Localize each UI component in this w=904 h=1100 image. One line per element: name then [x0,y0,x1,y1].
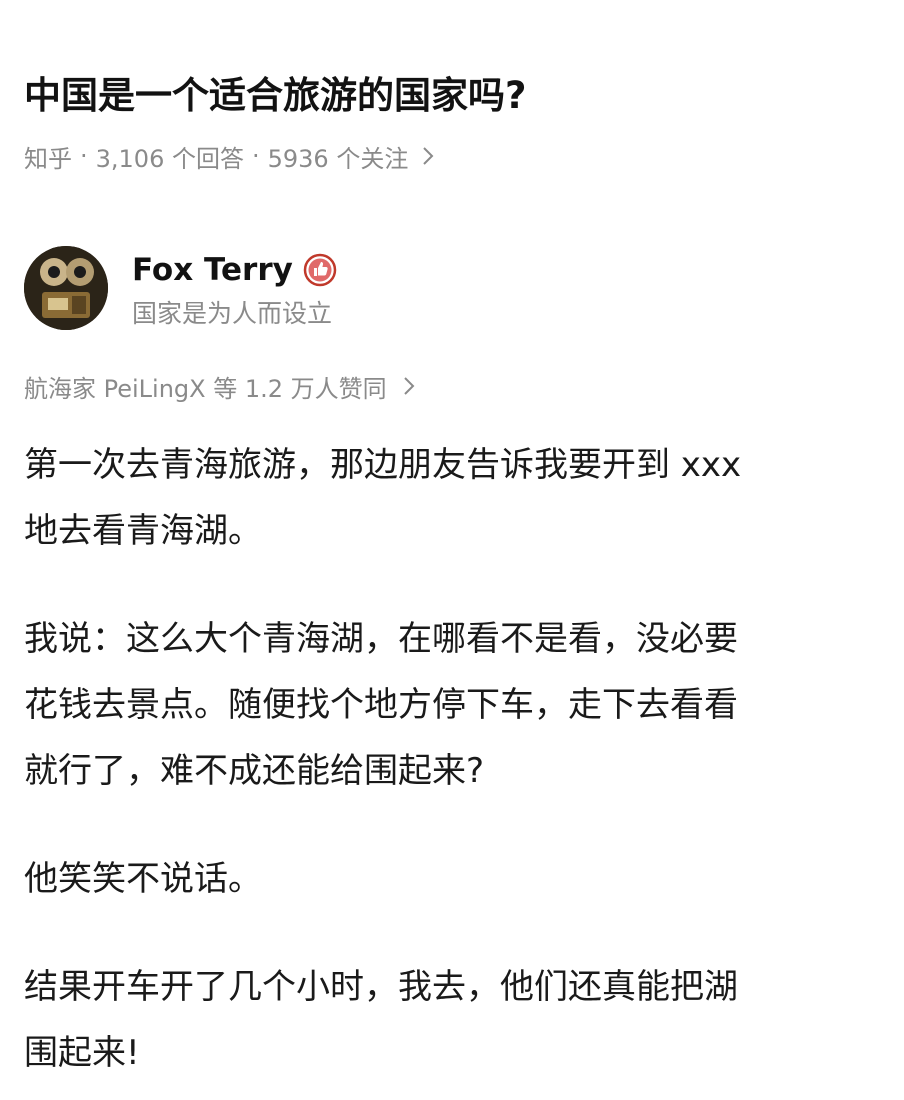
question-meta[interactable]: 知乎 · 3,106 个回答 · 5936 个关注 [24,136,436,176]
follower-count: 5936 个关注 [267,144,409,173]
answer-line: 我说：这么大个青海湖，在哪看不是看，没必要 [24,619,738,659]
answer-line: 就行了，难不成还能给围起来? [24,751,485,791]
avatar[interactable] [24,246,108,330]
answer-line: 花钱去景点。随便找个地方停下车，走下去看看 [24,685,738,725]
answer-paragraph: 结果开车开了几个小时，我去，他们还真能把湖 围起来! [24,954,884,1086]
answer-line: 第一次去青海旅游，那边朋友告诉我要开到 xxx [24,445,742,485]
author-card: Fox Terry 国家是为人而设立 [24,246,884,336]
author-name[interactable]: Fox Terry [132,248,337,292]
answer-count: 3,106 个回答 [95,144,244,173]
answer-paragraph: 他笑笑不说话。 [24,846,884,912]
answer-paragraph: 第一次去青海旅游，那边朋友告诉我要开到 xxx 地去看青海湖。 [24,432,884,564]
thumbs-up-badge-icon [303,253,337,287]
meta-separator: · [80,142,88,170]
answer-line: 他笑笑不说话。 [24,859,262,899]
voters-text: 航海家 PeiLingX 等 1.2 万人赞同 [24,374,387,403]
author-bio: 国家是为人而设立 [132,299,333,328]
chevron-right-icon [401,375,417,397]
question-title[interactable]: 中国是一个适合旅游的国家吗? [24,68,884,124]
answer-line: 结果开车开了几个小时，我去，他们还真能把湖 [24,967,738,1007]
answer-paragraph: 我说：这么大个青海湖，在哪看不是看，没必要 花钱去景点。随便找个地方停下车，走下… [24,606,884,804]
answer-line: 围起来! [24,1033,140,1073]
author-name-text[interactable]: Fox Terry [132,252,293,288]
answer-line: 地去看青海湖。 [24,511,262,551]
site-name: 知乎 [24,144,72,173]
chevron-right-icon [420,145,436,167]
meta-separator: · [251,142,260,170]
voters-summary[interactable]: 航海家 PeiLingX 等 1.2 万人赞同 [24,365,417,407]
answer-body: 第一次去青海旅游，那边朋友告诉我要开到 xxx 地去看青海湖。 我说：这么大个青… [24,432,884,1086]
